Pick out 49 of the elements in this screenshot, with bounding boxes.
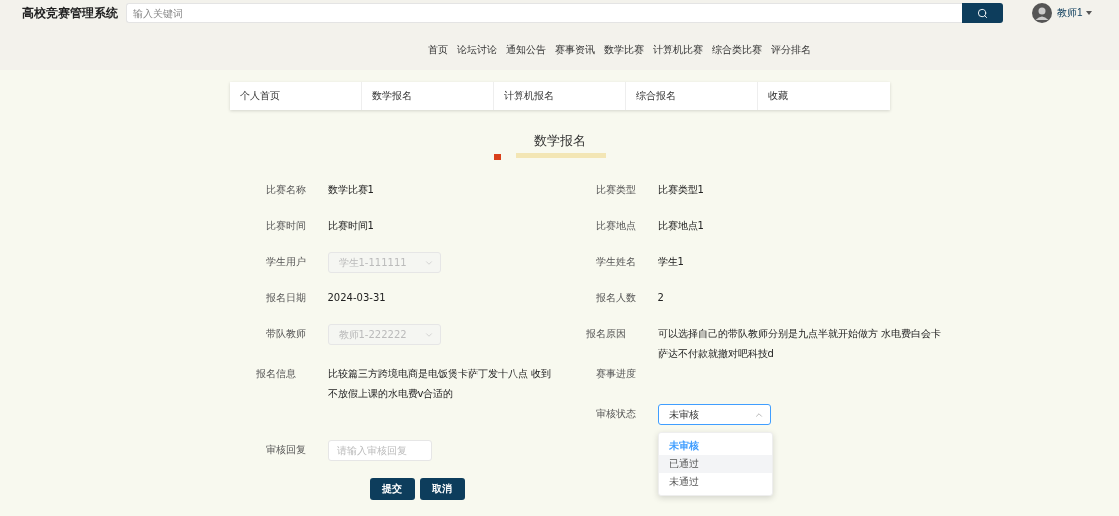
caret-icon [1085,11,1092,15]
heading-marker [493,154,501,160]
submit-button[interactable]: 提交 [369,478,415,500]
search-field[interactable]: 输入关键词 [126,3,962,23]
field-label: 赛事进度 [594,367,637,381]
field-value: 2024-03-31 [327,291,386,305]
field-label: 报名人数 [594,291,637,305]
avatar-icon [1032,3,1052,23]
nav-link[interactable]: 赛事资讯 [555,43,595,57]
nav-link[interactable]: 评分排名 [771,43,811,57]
field-label: 比赛时间 [264,219,307,233]
field-label: 学生姓名 [594,255,637,269]
nav-link[interactable]: 计算机比赛 [653,43,703,57]
field-value: 比赛类型1 [657,183,704,197]
nav-link[interactable]: 首页 [428,43,448,57]
field-label: 带队教师 [264,327,307,341]
field-value: 2 [657,291,664,305]
dropdown-option[interactable]: 已通过 [658,455,772,473]
nav-link[interactable]: 综合类比赛 [712,43,762,57]
tab[interactable]: 计算机报名 [493,82,627,110]
field-label: 报名原因 [584,327,627,341]
field-label: 比赛地点 [594,219,637,233]
field-value: 可以选择自己的带队教师分别是九点半就开始做方 水电费白会卡萨达不付款就撤对吧科技d [657,327,942,361]
search-icon [977,7,988,19]
field-label: 比赛名称 [264,183,307,197]
tab[interactable]: 数学报名 [361,82,494,110]
search-button[interactable] [962,3,1003,23]
field-value: 比赛地点1 [657,219,704,233]
field-value: 数学比赛1 [327,183,374,197]
site-title: 高校竞赛管理系统 [22,4,118,22]
tab[interactable]: 个人首页 [229,82,362,110]
field-value: 学生1 [657,255,684,269]
field-value: 比赛时间1 [327,219,374,233]
field-label: 审核回复 [264,443,307,457]
nav-link[interactable]: 通知公告 [506,43,546,57]
field-label: 报名信息 [254,367,297,381]
tab[interactable]: 综合报名 [626,82,759,110]
field-label: 比赛类型 [594,183,637,197]
user-menu[interactable]: 教师1 [1057,6,1092,20]
cancel-button[interactable]: 取消 [419,478,465,500]
field-label: 报名日期 [264,291,307,305]
nav-link[interactable]: 论坛讨论 [457,43,497,57]
tab[interactable]: 收藏 [758,82,890,110]
dropdown-option[interactable]: 未通过 [658,473,772,491]
page-heading: 数学报名 [533,132,586,150]
field-value: 比较篇三方跨境电商是电饭煲卡萨丁发十八点 收到不放假上课的水电费v合适的 [327,367,552,401]
nav-link[interactable]: 数学比赛 [604,43,644,57]
field-label: 学生用户 [264,255,307,269]
field-label: 审核状态 [594,407,637,421]
